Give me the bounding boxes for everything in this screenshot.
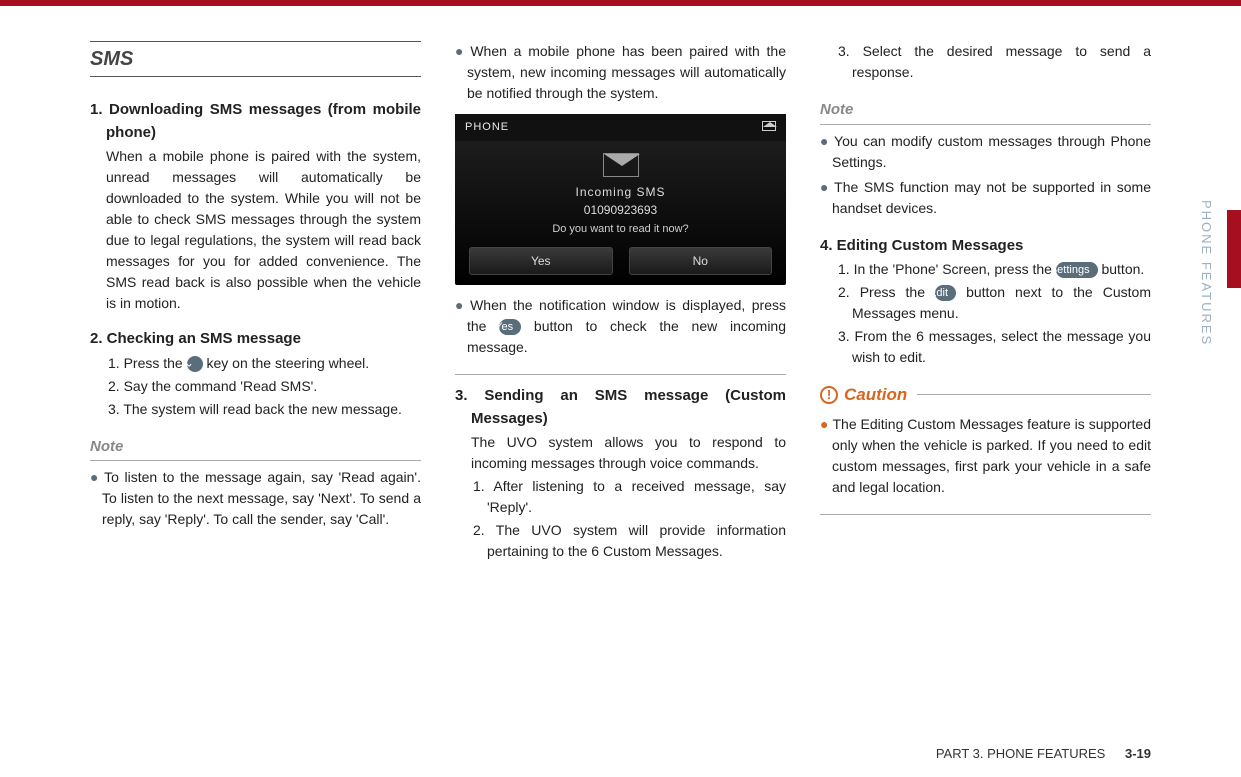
note-b2a-text: You can modify custom messages through P… (832, 133, 1151, 170)
h3-para: The UVO system allows you to respond to … (455, 432, 786, 474)
envelope-big-icon (603, 153, 639, 177)
note-bullet-2a: ●You can modify custom messages through … (820, 131, 1151, 173)
note-text-1: To listen to the message again, say 'Rea… (102, 469, 421, 527)
column-2: ●When a mobile phone has been paired wit… (455, 41, 786, 576)
vertical-section-label: PHONE FEATURES (1197, 200, 1217, 346)
para-1: When a mobile phone is paired with the s… (90, 146, 421, 314)
screenshot-title: PHONE (465, 119, 509, 136)
note-b2b-text: The SMS function may not be supported in… (832, 179, 1151, 216)
note-label-1: Note (90, 436, 421, 462)
sc-line3: Do you want to read it now? (463, 221, 778, 238)
step-2-2: 2. Say the command 'Read SMS'. (90, 376, 421, 397)
note-label-2: Note (820, 99, 1151, 125)
s4-2a: 2. Press the (838, 284, 935, 300)
step-4-1: 1. In the 'Phone' Screen, press the Sett… (820, 259, 1151, 280)
sc-line2: 01090923693 (463, 201, 778, 219)
step-2-1a: 1. Press the (108, 355, 187, 371)
caution-row: ! Caution (820, 382, 1151, 408)
s4-1a: 1. In the 'Phone' Screen, press the (838, 261, 1056, 277)
heading-4: 4. Editing Custom Messages (820, 235, 1151, 258)
screenshot-header: PHONE (455, 114, 786, 141)
step-4-3: 3. From the 6 messages, select the messa… (820, 326, 1151, 368)
footer-part: PART 3. PHONE FEATURES (936, 746, 1106, 761)
caution-label: Caution (844, 382, 907, 408)
caution-body-wrap: ●The Editing Custom Messages feature is … (820, 414, 1151, 515)
sec-send-sms: 3. Sending an SMS message (Custom Messag… (455, 385, 786, 562)
heading-1: 1. Downloading SMS messages (from mobile… (90, 99, 421, 144)
step-4-2: 2. Press the Edit button next to the Cus… (820, 282, 1151, 324)
screenshot-buttons: Yes No (455, 247, 786, 275)
bullet-dot-icon: ● (820, 416, 833, 432)
step-2-3: 3. The system will read back the new mes… (90, 399, 421, 420)
bullet-dot-icon: ● (90, 469, 104, 485)
screenshot-yes-button[interactable]: Yes (469, 247, 613, 275)
sec-edit-custom: 4. Editing Custom Messages 1. In the 'Ph… (820, 235, 1151, 369)
section-title-sms: SMS (90, 41, 421, 77)
bullet-dot-icon: ● (820, 179, 834, 195)
page-columns: SMS 1. Downloading SMS messages (from mo… (0, 6, 1241, 576)
column-3: 3. Select the desired message to send a … (820, 41, 1151, 576)
footer-page: 3-19 (1109, 746, 1151, 761)
voice-key-button (187, 356, 203, 372)
phone-screenshot: PHONE Incoming SMS 01090923693 Do you wa… (455, 114, 786, 285)
caution-icon: ! (820, 386, 838, 404)
settings-button-inline: Settings (1056, 262, 1098, 278)
sc-line1: Incoming SMS (463, 183, 778, 201)
col2-bullet-2-wrap: ●When the notification window is display… (455, 295, 786, 375)
heading-2: 2. Checking an SMS message (90, 328, 421, 351)
col2-bullet-2: ●When the notification window is display… (455, 295, 786, 358)
caution-bullet-1: ●The Editing Custom Messages feature is … (820, 414, 1151, 498)
step-2-1: 1. Press the key on the steering wheel. (90, 353, 421, 374)
page-footer: PART 3. PHONE FEATURES 3-19 (936, 744, 1151, 764)
caution-text: The Editing Custom Messages feature is s… (832, 416, 1151, 495)
side-red-tab (1227, 210, 1241, 288)
sec-check-sms: 2. Checking an SMS message 1. Press the … (90, 328, 421, 420)
bullet-dot-icon: ● (455, 43, 470, 59)
note-bullet-1: ●To listen to the message again, say 'Re… (90, 467, 421, 530)
edit-button-inline: Edit (935, 285, 956, 301)
col2-b1-text: When a mobile phone has been paired with… (467, 43, 786, 101)
step-3-2: 2. The UVO system will provide informati… (455, 520, 786, 562)
screenshot-body: Incoming SMS 01090923693 Do you want to … (455, 141, 786, 248)
caution-rule (917, 394, 1151, 395)
screenshot-no-button[interactable]: No (629, 247, 773, 275)
column-1: SMS 1. Downloading SMS messages (from mo… (90, 41, 421, 576)
heading-3: 3. Sending an SMS message (Custom Messag… (455, 385, 786, 430)
envelope-small-icon (762, 121, 776, 131)
bullet-dot-icon: ● (455, 297, 470, 313)
yes-button-inline: Yes (499, 319, 521, 335)
s4-1b: button. (1098, 261, 1145, 277)
sec-download-sms: 1. Downloading SMS messages (from mobile… (90, 99, 421, 314)
note-bullet-2b: ●The SMS function may not be supported i… (820, 177, 1151, 219)
step-2-1b: key on the steering wheel. (203, 355, 370, 371)
step-3-3: 3. Select the desired message to send a … (820, 41, 1151, 83)
col2-bullet-1: ●When a mobile phone has been paired wit… (455, 41, 786, 104)
step-3-1: 1. After listening to a received message… (455, 476, 786, 518)
bullet-dot-icon: ● (820, 133, 834, 149)
